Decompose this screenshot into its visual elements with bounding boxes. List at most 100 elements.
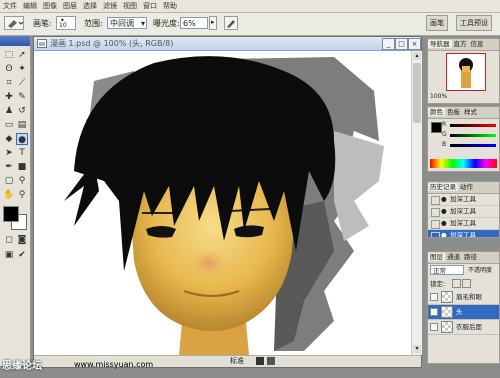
blur-tool-icon[interactable]: ◆ <box>3 133 15 145</box>
half-moon-icon[interactable] <box>256 357 264 365</box>
menu-help[interactable]: 帮助 <box>160 0 180 12</box>
minimize-button[interactable]: _ <box>382 38 395 50</box>
tab-actions[interactable]: 动作 <box>458 183 475 191</box>
history-item[interactable]: ● 加深工具 <box>428 218 499 230</box>
range-select[interactable]: 中间调 ▾ <box>107 17 147 29</box>
navigator-preview[interactable] <box>446 53 486 91</box>
history-brush-icon[interactable]: ↺ <box>16 105 28 117</box>
layer-name: 眉毛和眼 <box>456 293 482 301</box>
airbrush-button[interactable] <box>224 16 238 30</box>
color-foreground-swatch[interactable] <box>431 122 442 133</box>
vertical-scrollbar[interactable]: ▴ ▾ <box>411 51 422 355</box>
painting-illustration <box>34 51 411 355</box>
jump-to-imageready-icon[interactable]: ✔ <box>16 249 28 261</box>
tool-preset-picker[interactable] <box>4 16 24 30</box>
tab-navigator[interactable]: 导航器 <box>428 40 452 48</box>
quickmask-mode-icon[interactable]: ◙ <box>16 234 28 246</box>
tab-color[interactable]: 颜色 <box>428 108 445 116</box>
history-checkbox[interactable] <box>431 220 440 229</box>
standard-mode-icon[interactable]: ◻ <box>3 234 15 246</box>
path-select-icon[interactable]: ➤ <box>3 147 15 159</box>
burn-tool-icon[interactable]: ● <box>16 133 28 145</box>
magic-wand-icon[interactable]: ✦ <box>16 63 28 75</box>
layer-row[interactable]: 眉毛和眼 <box>428 290 499 305</box>
history-checkbox[interactable] <box>431 196 440 205</box>
tab-tool-presets[interactable]: 工具预设 <box>456 15 492 31</box>
history-checkbox[interactable] <box>431 232 440 237</box>
tool-options-bar: 画笔: • 10 范围: 中间调 ▾ 曝光度: 6% ▸ <box>0 13 500 36</box>
eye-icon[interactable] <box>430 323 438 331</box>
menu-window[interactable]: 窗口 <box>140 0 160 12</box>
scroll-down-icon[interactable]: ▾ <box>413 345 421 353</box>
history-item[interactable]: ● 加深工具 <box>428 194 499 206</box>
watermark-url: www.missyuan.com <box>74 360 154 369</box>
blend-mode-select[interactable]: 正常 <box>430 265 464 275</box>
eye-icon[interactable] <box>430 308 438 316</box>
lock-transparency-checkbox[interactable] <box>452 279 461 288</box>
brush-tool-icon[interactable]: ✎ <box>16 91 28 103</box>
screen-mode-icon[interactable]: ▣ <box>3 249 15 261</box>
layer-name: 头 <box>456 308 463 316</box>
scroll-up-icon[interactable]: ▴ <box>413 52 421 60</box>
clone-stamp-icon[interactable]: ♟ <box>3 105 15 117</box>
green-slider[interactable] <box>450 134 496 137</box>
lock-image-checkbox[interactable] <box>462 279 471 288</box>
tab-histogram[interactable]: 直方 <box>452 40 469 48</box>
menu-file[interactable]: 文件 <box>0 0 20 12</box>
type-tool-icon[interactable]: T <box>16 147 28 159</box>
history-checkbox[interactable] <box>431 208 440 217</box>
tab-channels[interactable]: 通道 <box>445 253 462 261</box>
history-item[interactable]: ● 加深工具 <box>428 206 499 218</box>
tab-info[interactable]: 信息 <box>469 40 486 48</box>
tab-brushes[interactable]: 画笔 <box>426 15 448 31</box>
lasso-tool-icon[interactable]: ʘ <box>3 63 15 75</box>
brush-label: 画笔: <box>33 19 52 28</box>
history-item-selected[interactable]: ● 加深工具 <box>428 230 499 237</box>
menu-image[interactable]: 图像 <box>40 0 60 12</box>
pen-tool-icon[interactable]: ✒ <box>3 161 15 173</box>
history-tabs: 历史记录 动作 <box>428 182 499 194</box>
brush-picker[interactable]: • 10 <box>56 16 76 30</box>
menu-layer[interactable]: 图层 <box>60 0 80 12</box>
menu-bar: 文件 编辑 图像 图层 选择 滤镜 视图 窗口 帮助 <box>0 0 500 13</box>
scroll-thumb[interactable] <box>413 63 421 123</box>
notes-tool-icon[interactable]: ▢ <box>3 175 15 187</box>
navigator-thumbnail-icon <box>459 58 473 88</box>
zoom-tool-icon[interactable]: ⚲ <box>16 189 28 201</box>
eyedropper-icon[interactable]: ⚲ <box>16 175 28 187</box>
shape-tool-icon[interactable]: ■ <box>16 161 28 173</box>
tab-layers[interactable]: 图层 <box>428 253 445 261</box>
layer-row[interactable]: 衣服后面 <box>428 320 499 335</box>
exposure-slider-button[interactable]: ▸ <box>209 16 217 30</box>
slice-tool-icon[interactable]: ⟋ <box>16 77 28 89</box>
marquee-tool-icon[interactable]: ⬚ <box>3 49 15 61</box>
close-button[interactable]: × <box>408 38 421 50</box>
menu-select[interactable]: 选择 <box>80 0 100 12</box>
menu-view[interactable]: 视图 <box>120 0 140 12</box>
exposure-value: 6% <box>183 19 196 28</box>
menu-edit[interactable]: 编辑 <box>20 0 40 12</box>
layers-panel: 图层 通道 路径 正常 不透明度 锁定: 眉毛和眼 头 衣服后面 <box>427 251 500 364</box>
maximize-button[interactable]: □ <box>395 38 408 50</box>
tab-history[interactable]: 历史记录 <box>428 183 458 191</box>
tab-styles[interactable]: 样式 <box>462 108 479 116</box>
move-tool-icon[interactable]: ➚ <box>16 49 28 61</box>
exposure-input[interactable]: 6% <box>180 17 208 29</box>
layer-row-selected[interactable]: 头 <box>428 305 499 320</box>
hand-tool-icon[interactable]: ✋ <box>3 189 15 201</box>
tab-paths[interactable]: 路径 <box>462 253 479 261</box>
eraser-icon[interactable]: ▭ <box>3 119 15 131</box>
eye-icon[interactable] <box>430 293 438 301</box>
blue-slider[interactable] <box>450 144 496 147</box>
burn-tool-icon: ● <box>441 195 447 203</box>
fill-icon[interactable] <box>267 357 275 365</box>
red-slider[interactable] <box>450 124 496 127</box>
foreground-color-front <box>3 206 19 222</box>
crop-tool-icon[interactable]: ⌗ <box>3 77 15 89</box>
color-spectrum-bar[interactable] <box>430 159 497 168</box>
gradient-tool-icon[interactable]: ▤ <box>16 119 28 131</box>
healing-brush-icon[interactable]: ✚ <box>3 91 15 103</box>
tab-swatches[interactable]: 色板 <box>445 108 462 116</box>
menu-filter[interactable]: 滤镜 <box>100 0 120 12</box>
image-canvas[interactable] <box>34 51 411 355</box>
